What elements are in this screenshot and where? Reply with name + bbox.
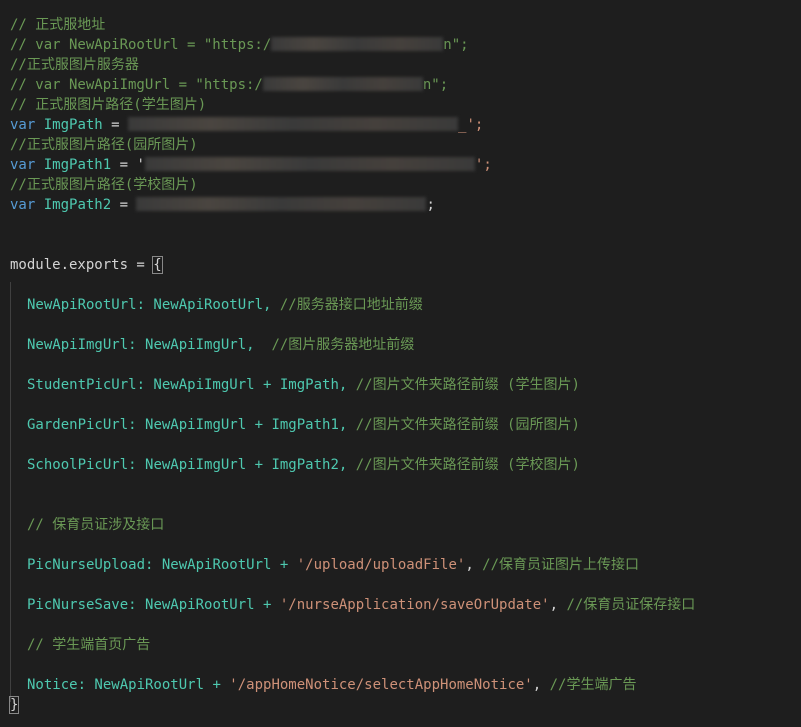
code-line: Notice: NewApiRootUrl + '/appHomeNotice/… — [27, 675, 636, 695]
code-line: NewApiImgUrl: NewApiImgUrl, //图片服务器地址前缀 — [27, 335, 414, 355]
separator: , — [532, 677, 550, 693]
code-line: PicNurseUpload: NewApiRootUrl + '/upload… — [27, 555, 639, 575]
code-line: //正式服图片服务器 — [10, 57, 139, 73]
redacted-path — [128, 117, 459, 131]
code-line: GardenPicUrl: NewApiImgUrl + ImgPath1, /… — [27, 415, 580, 435]
inline-comment: //保育员证图片上传接口 — [482, 557, 640, 573]
separator: , — [465, 557, 483, 573]
code-line: // 正式服图片路径(学生图片) — [10, 97, 207, 113]
property-value: : NewApiImgUrl + ImgPath1, — [128, 417, 356, 433]
code-line: NewApiRootUrl: NewApiRootUrl, //服务器接口地址前… — [27, 295, 423, 315]
property-value: : NewApiRootUrl + — [145, 557, 297, 573]
property-name: GardenPicUrl — [27, 417, 129, 433]
property-name: NewApiRootUrl — [27, 297, 137, 313]
code-line: var ImgPath = _'; — [10, 115, 483, 135]
code-line: module.exports = { — [10, 255, 163, 275]
separator: , — [549, 597, 567, 613]
property-name: PicNurseUpload — [27, 557, 146, 573]
inline-comment: //学生端广告 — [549, 677, 637, 693]
code-line: //正式服图片路径(学校图片) — [10, 177, 198, 193]
code-line: // 保育员证涉及接口 — [27, 517, 165, 533]
property-name: Notice — [27, 677, 78, 693]
property-name: NewApiImgUrl — [27, 337, 129, 353]
code-line: SchoolPicUrl: NewApiImgUrl + ImgPath2, /… — [27, 455, 580, 475]
redacted-path — [136, 197, 427, 211]
string-literal: '/appHomeNotice/selectAppHomeNotice' — [229, 677, 533, 693]
variable-name: ImgPath — [43, 117, 103, 133]
string-tail: '; — [474, 157, 492, 173]
comment-text: // var NewApiRootUrl = "https:/ — [10, 37, 272, 53]
inline-comment: //保育员证保存接口 — [566, 597, 696, 613]
code-line: StudentPicUrl: NewApiImgUrl + ImgPath, /… — [27, 375, 580, 395]
redacted-url — [262, 77, 423, 91]
inline-comment: //图片服务器地址前缀 — [271, 337, 415, 353]
comment-text: n"; — [422, 77, 449, 93]
open-brace: { — [152, 256, 163, 274]
property-value: : NewApiRootUrl + — [77, 677, 230, 693]
code-editor[interactable]: // 正式服地址 // var NewApiRootUrl = "https:/… — [0, 0, 801, 727]
operator: = ' — [111, 157, 145, 173]
inline-comment: //服务器接口地址前缀 — [279, 297, 423, 313]
operator: = — [111, 197, 137, 213]
code-line: } — [8, 695, 20, 715]
comment-text: n"; — [443, 37, 469, 53]
code-line: var ImgPath2 = ; — [10, 195, 435, 215]
string-literal: '/nurseApplication/saveOrUpdate' — [279, 597, 550, 613]
close-brace: } — [8, 696, 20, 714]
inline-comment: //图片文件夹路径前缀 (园所图片) — [355, 417, 580, 433]
operator: = — [102, 117, 129, 133]
redacted-url — [271, 37, 444, 51]
code-line: //正式服图片路径(园所图片) — [10, 137, 198, 153]
property-value: : NewApiImgUrl + ImgPath, — [136, 377, 356, 393]
inline-comment: //图片文件夹路径前缀 (学校图片) — [355, 457, 580, 473]
code-line: // 正式服地址 — [10, 17, 106, 33]
property-name: PicNurseSave — [27, 597, 129, 613]
property-name: SchoolPicUrl — [27, 457, 129, 473]
inline-comment: //图片文件夹路径前缀 (学生图片) — [355, 377, 580, 393]
property-value: : NewApiImgUrl + ImgPath2, — [128, 457, 356, 473]
code-line: // var NewApiImgUrl = "https:/ n"; — [10, 75, 448, 95]
property-value: : NewApiRootUrl + — [128, 597, 280, 613]
variable-name: ImgPath1 — [43, 157, 112, 173]
property-value: : NewApiRootUrl, — [136, 297, 280, 313]
code-line: PicNurseSave: NewApiRootUrl + '/nurseApp… — [27, 595, 695, 615]
code-line: // 学生端首页广告 — [27, 637, 151, 653]
code-line: var ImgPath1 = ' '; — [10, 155, 492, 175]
keyword-var: var — [10, 117, 36, 133]
property-value: : NewApiImgUrl, — [128, 337, 272, 353]
string-literal: '/upload/uploadFile' — [296, 557, 466, 573]
variable-name: ImgPath2 — [43, 197, 112, 213]
property-name: StudentPicUrl — [27, 377, 137, 393]
string-tail: _'; — [458, 117, 484, 133]
statement-end: ; — [426, 197, 435, 213]
code-line: // var NewApiRootUrl = "https:/ n"; — [10, 35, 469, 55]
module-exports: module.exports = — [10, 257, 154, 273]
comment-text: // var NewApiImgUrl = "https:/ — [10, 77, 263, 93]
indent-guide — [10, 282, 11, 702]
redacted-path — [144, 157, 475, 171]
keyword-var: var — [10, 197, 36, 213]
keyword-var: var — [10, 157, 36, 173]
